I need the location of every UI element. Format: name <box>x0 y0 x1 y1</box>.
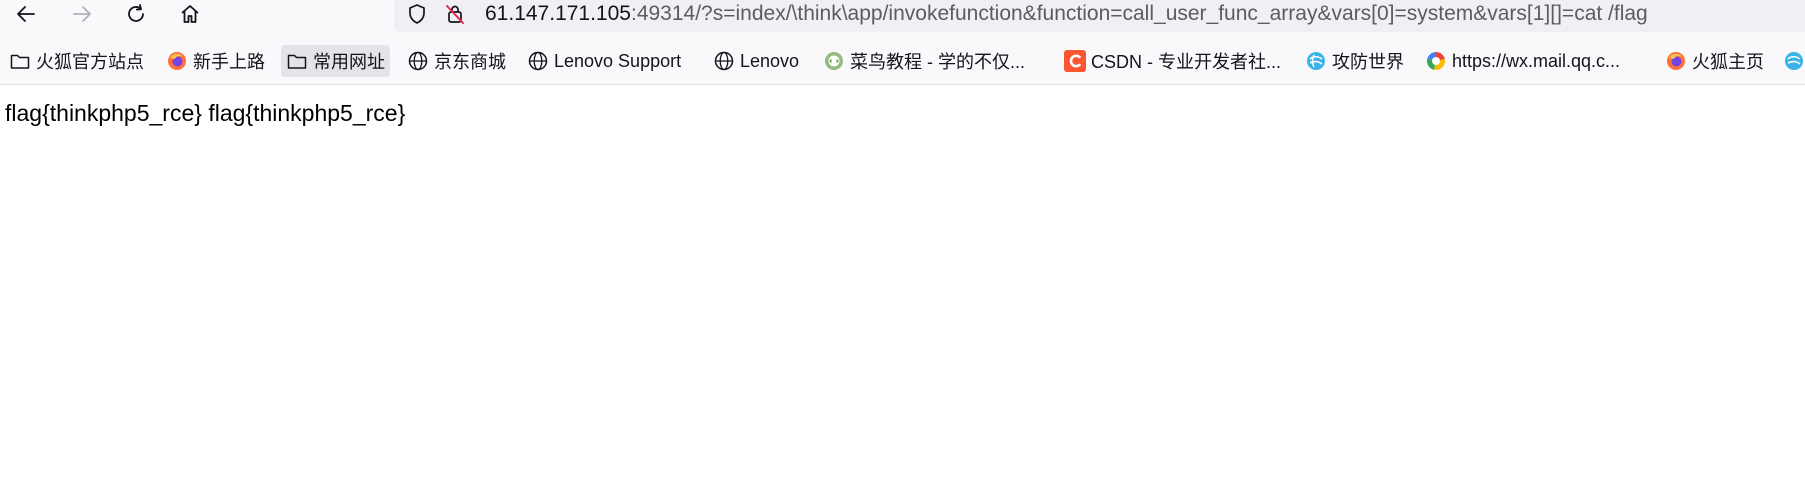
reload-icon <box>128 4 144 22</box>
folder-icon <box>9 50 31 72</box>
globe-icon <box>527 50 549 72</box>
tracking-protection-button[interactable] <box>406 0 428 28</box>
bookmark-label: 攻防世界 <box>1332 52 1404 72</box>
bookmark-firefox-home[interactable]: 火狐主页 <box>1665 45 1764 77</box>
bookmark-label: Lenovo Support <box>554 50 682 71</box>
bookmark-label: Lenovo <box>740 50 800 71</box>
bookmark-label: https://wx.mail.qq.c... <box>1452 50 1621 71</box>
tracking-protection-shield-icon <box>409 4 425 24</box>
bookmark-firefox-official-sites[interactable]: 火狐官方站点 <box>9 45 144 77</box>
home-button[interactable] <box>172 0 208 28</box>
insecure-lock-icon <box>446 5 464 24</box>
globe-icon <box>407 50 429 72</box>
runoob-icon <box>823 50 845 72</box>
bookmark-adworld[interactable]: 攻防世界 <box>1305 45 1404 77</box>
arrow-left-icon <box>17 6 35 22</box>
adworld-icon <box>1783 50 1805 72</box>
bookmark-jd[interactable]: 京东商城 <box>407 45 506 77</box>
url-text[interactable]: 61.147.171.105:49314/?s=index/\think\app… <box>485 0 1648 28</box>
qqmail-icon <box>1425 50 1447 72</box>
bookmark-label: 新手上路 <box>193 52 265 72</box>
bookmark-csdn[interactable]: CSDN - 专业开发者社... <box>1064 45 1281 77</box>
bookmark-label: 京东商城 <box>434 52 506 72</box>
bookmark-label: 火狐官方站点 <box>36 52 144 72</box>
folder-icon <box>286 50 308 72</box>
url-host: 61.147.171.105 <box>485 2 631 25</box>
csdn-icon <box>1064 50 1086 72</box>
arrow-right-icon <box>73 6 91 22</box>
bookmark-label: CSDN - 专业开发者社... <box>1091 52 1282 72</box>
bookmark-lenovo-support[interactable]: Lenovo Support <box>527 45 681 77</box>
globe-icon <box>713 50 735 72</box>
bookmark-common-sites[interactable]: 常用网址 <box>281 45 390 77</box>
bookmarks-toolbar: 火狐官方站点 新手上路 常用网址 京东商城 Lenovo Support Len… <box>0 45 1805 81</box>
browser-toolbar: 61.147.171.105:49314/?s=index/\think\app… <box>0 0 1805 32</box>
bookmark-getting-started[interactable]: 新手上路 <box>166 45 265 77</box>
firefox-icon <box>1665 50 1687 72</box>
home-icon <box>181 5 199 23</box>
forward-button[interactable] <box>64 0 100 28</box>
bookmark-label: 火狐主页 <box>1692 52 1764 72</box>
url-bar[interactable]: 61.147.171.105:49314/?s=index/\think\app… <box>394 0 1805 32</box>
firefox-icon <box>166 50 188 72</box>
adworld-icon <box>1305 50 1327 72</box>
reload-button[interactable] <box>118 0 154 28</box>
bookmark-qq-mail[interactable]: https://wx.mail.qq.c... <box>1425 45 1620 77</box>
bookmark-label: 菜鸟教程 - 学的不仅... <box>850 52 1025 72</box>
bookmark-lenovo[interactable]: Lenovo <box>713 45 799 77</box>
url-path: :49314/?s=index/\think\app/invokefunctio… <box>630 2 1648 25</box>
site-security-button[interactable] <box>444 0 466 28</box>
bookmark-runoob[interactable]: 菜鸟教程 - 学的不仅... <box>823 45 1025 77</box>
back-button[interactable] <box>8 0 44 28</box>
page-body-text: flag{thinkphp5_rce} flag{thinkphp5_rce} <box>5 100 406 126</box>
bookmark-label: 常用网址 <box>313 52 385 72</box>
bookmark-overflow-partial[interactable] <box>1783 45 1805 77</box>
